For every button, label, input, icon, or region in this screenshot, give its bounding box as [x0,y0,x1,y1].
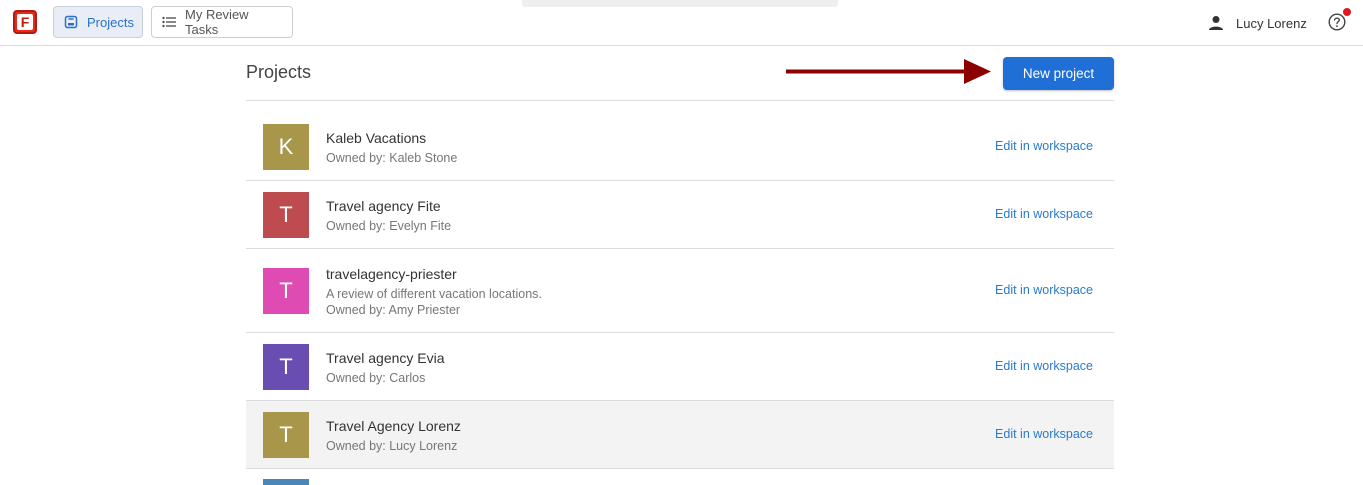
nav-projects-label: Projects [87,14,134,30]
new-project-button[interactable]: New project [1003,57,1114,90]
edit-in-workspace-link[interactable]: Edit in workspace [995,207,1093,221]
page-title: Projects [246,62,312,82]
project-owner: Owned by: Kaleb Stone [326,151,458,165]
project-name: Travel agency Evia [326,350,445,366]
user-icon [1208,15,1224,31]
project-row[interactable]: T Travel agency Evia Owned by: Carlos Ed… [246,333,1114,401]
project-row[interactable]: T travelagency-priester A review of diff… [246,249,1114,333]
project-name: travelagency-priester [326,266,457,282]
project-owner: Owned by: Evelyn Fite [326,219,452,233]
project-name: Kaleb Vacations [326,130,427,146]
project-info: Travel Agency Lorenz Owned by: Lucy Lore… [326,417,461,454]
project-avatar: K [263,124,309,170]
project-avatar-partial [263,479,309,485]
header-divider [246,100,1114,101]
help-icon [1328,13,1346,31]
edit-in-workspace-link[interactable]: Edit in workspace [995,359,1093,373]
user-menu[interactable]: Lucy Lorenz [1208,12,1307,34]
project-row[interactable]: T Travel Agency Lorenz Owned by: Lucy Lo… [246,401,1114,469]
project-avatar: T [263,344,309,390]
project-owner: Owned by: Amy Priester [326,303,461,317]
list-icon [162,16,176,28]
project-info: travelagency-priester A review of differ… [326,265,542,318]
notification-dot [1343,8,1351,16]
project-info: Kaleb Vacations Owned by: Kaleb Stone [326,129,457,166]
edit-in-workspace-link[interactable]: Edit in workspace [995,283,1093,297]
project-name: Travel agency Fite [326,198,441,214]
nav-review-tasks-button[interactable]: My Review Tasks [151,6,293,38]
project-list: K Kaleb Vacations Owned by: Kaleb Stone … [246,113,1114,469]
top-search-strip [522,0,838,7]
top-bar: F Projects My Review Tasks Lucy Lorenz [0,0,1363,46]
app-logo[interactable]: F [13,10,37,34]
project-owner: Owned by: Carlos [326,371,426,385]
project-owner: Owned by: Lucy Lorenz [326,439,458,453]
annotation-arrow-icon [786,59,991,84]
projects-icon [64,15,78,29]
edit-in-workspace-link[interactable]: Edit in workspace [995,427,1093,441]
logo-f-icon: F [17,14,33,30]
project-avatar: T [263,412,309,458]
nav-review-tasks-label: My Review Tasks [185,7,249,37]
project-name: Travel Agency Lorenz [326,418,461,434]
project-row[interactable]: K Kaleb Vacations Owned by: Kaleb Stone … [246,113,1114,181]
project-info: Travel agency Evia Owned by: Carlos [326,349,445,386]
project-avatar: T [263,268,309,314]
nav-projects-button[interactable]: Projects [53,6,143,38]
edit-in-workspace-link[interactable]: Edit in workspace [995,139,1093,153]
project-info: Travel agency Fite Owned by: Evelyn Fite [326,197,451,234]
user-name: Lucy Lorenz [1236,15,1307,31]
project-avatar: T [263,192,309,238]
project-row[interactable]: T Travel agency Fite Owned by: Evelyn Fi… [246,181,1114,249]
project-description: A review of different vacation locations… [326,287,542,301]
